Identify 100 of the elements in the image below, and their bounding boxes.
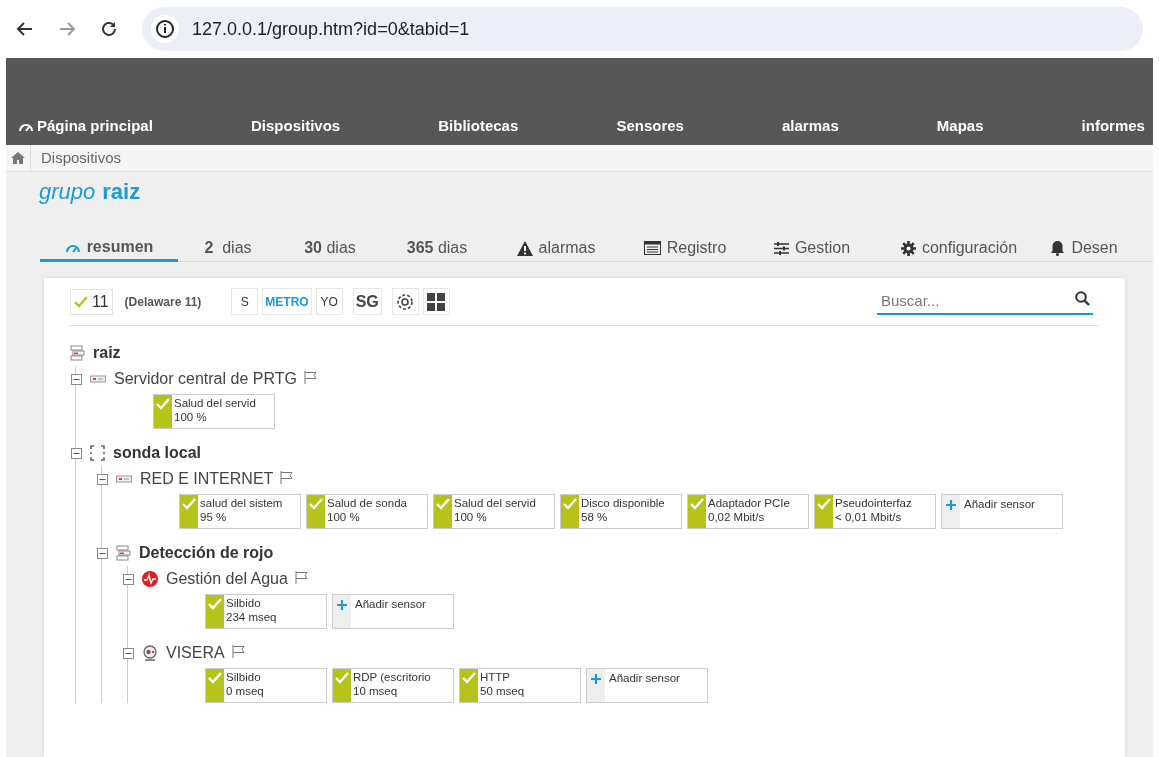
sensor-tile[interactable]: RDP (escritorio 10 mseq (332, 668, 454, 703)
sensor-name: Disco disponible (581, 496, 665, 510)
reload-icon[interactable] (100, 20, 118, 38)
tab[interactable]: alarmas (492, 234, 620, 262)
status-summary: (Delaware 11) (124, 293, 202, 311)
sensor-value: 50 mseq (480, 684, 525, 698)
tab[interactable]: Desen (1044, 234, 1124, 262)
check-icon (462, 672, 476, 684)
add-sensor-button[interactable]: Añadir sensor (332, 594, 454, 629)
toolbar-button[interactable] (422, 288, 450, 315)
group-name[interactable]: raiz (93, 341, 121, 365)
collapse-icon[interactable] (123, 647, 134, 659)
nav-link[interactable]: Dispositivos (250, 114, 341, 137)
collapse-icon[interactable] (97, 473, 108, 485)
sensor-tile[interactable]: Salud de sonda 100 % (306, 494, 428, 529)
sensor-name: Silbido (226, 670, 262, 684)
flag-icon[interactable] (231, 644, 246, 658)
info-icon[interactable] (150, 14, 180, 44)
tab[interactable]: 365 dias (382, 234, 492, 262)
sensor-value: 0,02 Mbit/s (708, 510, 766, 524)
sensor-name: Salud del servid (454, 496, 536, 510)
webcam-icon (142, 645, 158, 661)
sensor-tile[interactable]: Salud del servid 100 % (153, 394, 275, 429)
group-name[interactable]: Detección de rojo (139, 541, 274, 565)
server-icon (90, 374, 106, 384)
add-sensor-button[interactable]: Añadir sensor (941, 494, 1063, 529)
device-name[interactable]: Gestión del Agua (166, 567, 288, 591)
device-name[interactable]: RED E INTERNET (140, 467, 274, 491)
log-icon (643, 241, 661, 255)
sensor-tile[interactable]: Disco disponible 58 % (560, 494, 682, 529)
sensor-value: < 0,01 Mbit/s (835, 510, 903, 524)
check-icon (335, 672, 349, 684)
group-icon (116, 545, 131, 561)
device-name[interactable]: Servidor central de PRTG (114, 367, 297, 391)
group-name[interactable]: sonda local (113, 441, 202, 465)
filter-button[interactable]: S (231, 288, 259, 315)
filter-button[interactable]: YO (315, 288, 343, 315)
sensor-tile[interactable]: Adaptador PCIe 0,02 Mbit/s (687, 494, 809, 529)
sensor-name: HTTP (480, 670, 512, 684)
check-icon (309, 498, 323, 510)
sensor-name: salud del sistem (200, 496, 283, 510)
sensor-value: 58 % (581, 510, 609, 524)
check-icon (436, 498, 450, 510)
bell-icon (1050, 240, 1066, 256)
tab[interactable]: resumen (40, 234, 178, 262)
sensor-tile[interactable]: Pseudointerfaz < 0,01 Mbit/s (814, 494, 936, 529)
gear-icon (900, 240, 916, 256)
plus-icon (946, 500, 956, 510)
check-icon (817, 498, 831, 510)
plus-icon (337, 600, 347, 610)
flag-icon[interactable] (303, 370, 318, 384)
nav-link[interactable]: Sensores (616, 114, 684, 137)
address-bar[interactable]: 127.0.0.1/group.htm?id=0&tabid=1 (142, 7, 1143, 51)
add-sensor-button[interactable]: Añadir sensor (586, 668, 708, 703)
sensor-value: 100 % (327, 510, 361, 524)
sensor-tile[interactable]: Salud del servid 100 % (433, 494, 555, 529)
nav-link[interactable]: Mapas (936, 114, 984, 137)
collapse-icon[interactable] (71, 373, 82, 385)
sensor-name: Salud de sonda (327, 496, 407, 510)
target-icon (396, 292, 415, 311)
check-icon (208, 598, 222, 610)
collapse-icon[interactable] (97, 547, 108, 559)
url-text: 127.0.0.1/group.htm?id=0&tabid=1 (192, 17, 470, 41)
back-icon[interactable] (16, 20, 34, 38)
sensor-tile[interactable]: Silbido 0 mseq (205, 668, 327, 703)
nav-link[interactable]: Página principal (18, 114, 153, 137)
home-icon[interactable] (11, 152, 25, 164)
sensor-tile[interactable]: salud del sistem 95 % (179, 494, 301, 529)
check-icon (156, 398, 170, 410)
collapse-icon[interactable] (123, 573, 134, 585)
ok-count-button[interactable]: 11 (70, 288, 113, 315)
sensor-value: 100 % (454, 510, 488, 524)
check-icon (74, 295, 88, 308)
sensor-value: 95 % (200, 510, 228, 524)
collapse-icon[interactable] (71, 447, 82, 459)
tab[interactable]: configuración (874, 234, 1044, 262)
filter-button[interactable]: SG (352, 288, 382, 315)
sensor-tile[interactable]: Silbido 234 mseq (205, 594, 327, 629)
forward-icon[interactable] (58, 20, 76, 38)
check-icon (563, 498, 577, 510)
check-icon (690, 498, 704, 510)
search-field[interactable]: Buscar... (877, 288, 1093, 315)
tab[interactable]: 30 dias (278, 234, 382, 262)
page-title: grupo raiz (39, 177, 141, 206)
flag-icon[interactable] (294, 570, 309, 584)
sensor-name: RDP (escritorio (353, 670, 431, 684)
tab[interactable]: 2 dias (178, 234, 278, 262)
nav-link[interactable]: alarmas (782, 114, 839, 137)
nav-link[interactable]: Bibliotecas (438, 114, 519, 137)
sensor-tile[interactable]: HTTP 50 mseq (459, 668, 581, 703)
search-icon[interactable] (1075, 290, 1090, 306)
tab[interactable]: Registro (620, 234, 750, 262)
nav-link[interactable]: informes (1081, 114, 1145, 137)
warning-icon (516, 240, 533, 256)
plus-icon (591, 674, 601, 684)
tab[interactable]: Gestion (750, 234, 874, 262)
breadcrumb-link[interactable]: Dispositivos (41, 146, 122, 170)
flag-icon[interactable] (280, 470, 295, 484)
toolbar-button[interactable] (391, 288, 419, 315)
device-name[interactable]: VISERA (166, 641, 225, 665)
